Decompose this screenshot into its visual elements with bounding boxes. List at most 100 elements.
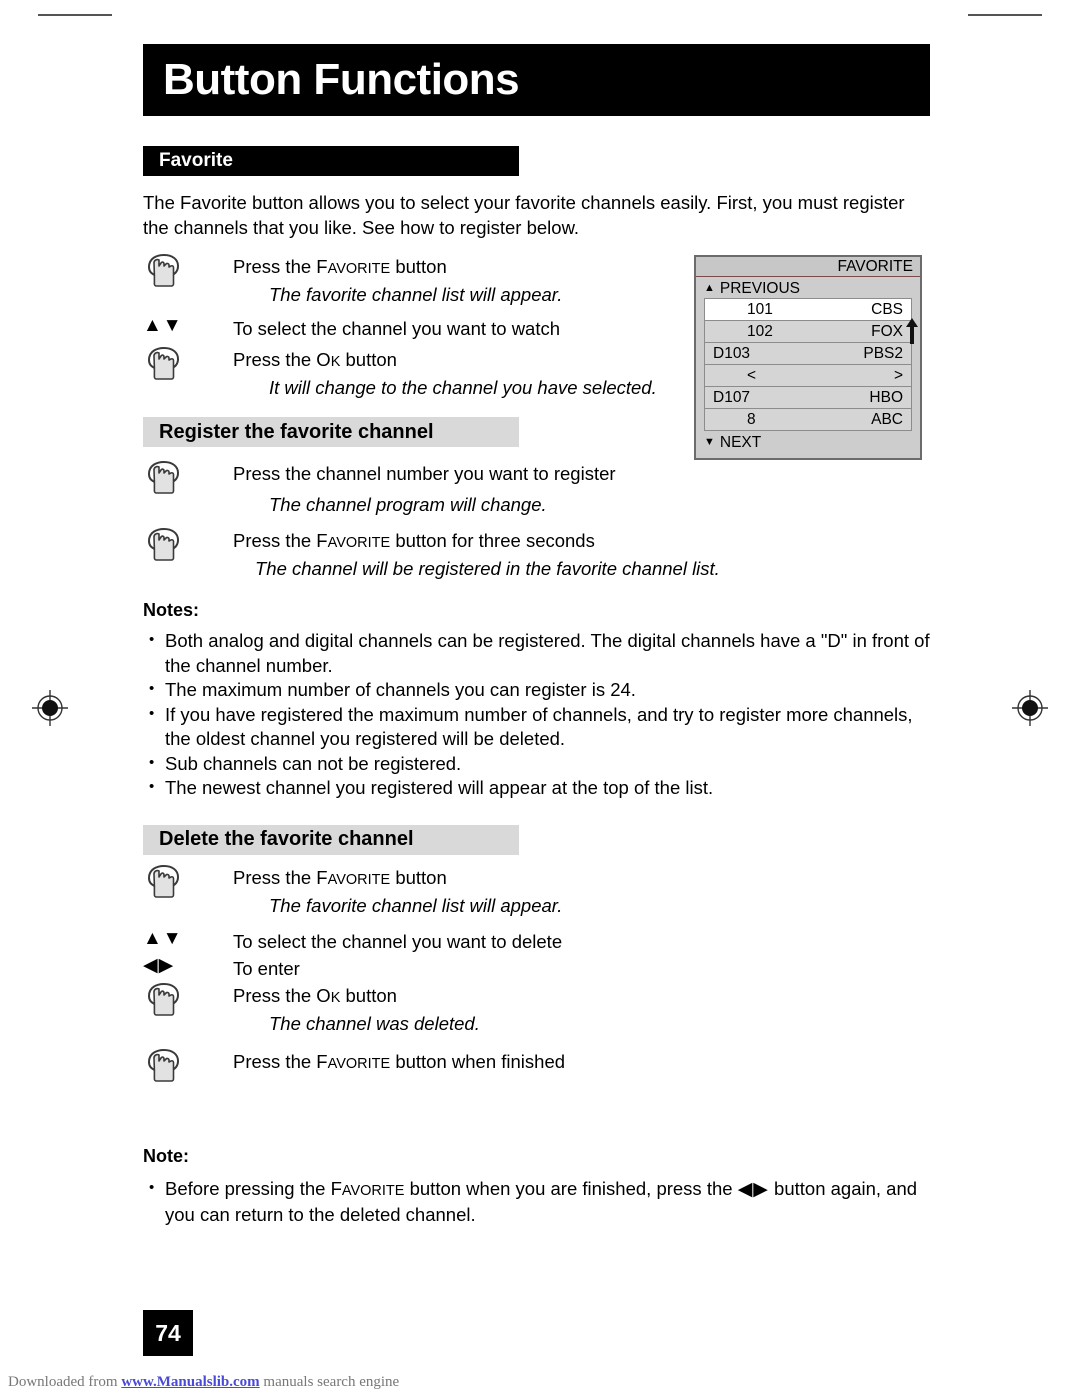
- osd-channel-row[interactable]: D103 PBS2: [705, 343, 911, 365]
- step-text-suffix: button: [390, 256, 447, 277]
- footer-prefix: Downloaded from: [8, 1374, 122, 1390]
- note-item: Sub channels can not be registered.: [143, 751, 930, 777]
- hand-press-icon: [143, 252, 233, 289]
- osd-channel-network: CBS: [871, 300, 903, 318]
- step-row: Press the FAVORITE button The favorite c…: [143, 863, 930, 919]
- osd-channel-number: 102: [747, 322, 773, 340]
- step-sub-note: It will change to the channel you have s…: [269, 377, 657, 398]
- osd-selection-cursor-icon: [906, 318, 918, 344]
- button-name-label: OK: [316, 349, 341, 370]
- step-text-suffix: button when finished: [390, 1050, 566, 1072]
- note-item-part1: Before pressing the: [165, 1177, 331, 1199]
- hand-press-icon: [143, 526, 233, 563]
- section-header-favorite: Favorite: [143, 146, 519, 176]
- step-text-prefix: Press the: [233, 866, 317, 888]
- left-right-arrows-icon: ◀▶: [143, 954, 233, 977]
- section-header-favorite-label: Favorite: [159, 150, 233, 171]
- step-text-suffix: button: [390, 866, 447, 888]
- download-footer: Downloaded from www.Manualslib.com manua…: [8, 1374, 399, 1391]
- register-steps: Press the channel number you want to reg…: [143, 459, 930, 582]
- step-text: Press the FAVORITE button The favorite c…: [233, 252, 562, 308]
- registration-mark-left: [30, 688, 70, 728]
- step-row: Press the FAVORITE button for three seco…: [143, 526, 930, 582]
- step-row: ▲▼ To select the channel you want to del…: [143, 927, 930, 954]
- osd-nav-row[interactable]: < >: [705, 365, 911, 387]
- osd-channel-network: HBO: [869, 388, 903, 406]
- hand-press-icon: [143, 459, 233, 496]
- note-heading: Note:: [143, 1145, 189, 1166]
- step-row: Press the FAVORITE button when finished: [143, 1047, 930, 1084]
- page-number-badge: 74: [143, 1310, 193, 1356]
- note-item: Both analog and digital channels can be …: [143, 628, 930, 678]
- notes-heading: Notes:: [143, 600, 200, 620]
- osd-channel-row[interactable]: D107 HBO: [705, 387, 911, 409]
- page-number: 74: [155, 1319, 181, 1346]
- note-item-part2: button when you are finished, press the: [404, 1177, 738, 1199]
- section-header-register: Register the favorite channel: [143, 417, 519, 447]
- note-item: If you have registered the maximum numbe…: [143, 702, 930, 752]
- manualslib-link[interactable]: www.Manualslib.com: [121, 1374, 259, 1390]
- notes-list: Both analog and digital channels can be …: [143, 628, 930, 801]
- registration-mark-right: [1010, 688, 1050, 728]
- footer-suffix: manuals search engine: [259, 1374, 400, 1390]
- osd-nav-left-arrow[interactable]: <: [713, 367, 756, 385]
- step-sub-note: The favorite channel list will appear.: [269, 284, 563, 305]
- osd-next-row[interactable]: ▼ NEXT: [704, 433, 912, 452]
- step-text-suffix: button for three seconds: [390, 530, 595, 551]
- up-down-arrows-glyph: ▲▼: [143, 927, 183, 949]
- step-text-suffix: button: [340, 349, 397, 370]
- osd-channel-number: 101: [747, 300, 773, 318]
- osd-nav-right-arrow[interactable]: >: [894, 367, 903, 385]
- step-text: To select the channel you want to delete: [233, 930, 563, 952]
- button-name-label: FAVORITE: [316, 1050, 391, 1072]
- note-item: The newest channel you registered will a…: [143, 775, 930, 801]
- triangle-up-icon: ▲: [704, 282, 715, 294]
- step-text-prefix: Press the channel number you want to reg…: [233, 463, 616, 484]
- osd-channel-rows: 101 CBS 102 FOX D103 PBS2 < > D107 HBO 8…: [704, 298, 912, 431]
- osd-channel-row[interactable]: 102 FOX: [705, 321, 911, 343]
- step-text-prefix: Press the: [233, 256, 317, 277]
- button-name-label: FAVORITE: [316, 866, 391, 888]
- step-sub-note: The channel was deleted.: [269, 1012, 480, 1034]
- osd-channel-number: D107: [713, 388, 751, 406]
- osd-panel-title: FAVORITE: [837, 257, 913, 275]
- button-name-label: FAVORITE: [316, 530, 391, 551]
- hand-press-icon: [143, 863, 233, 900]
- button-name-label: FAVORITE: [330, 1177, 405, 1199]
- up-down-arrows-icon: ▲▼: [143, 927, 233, 950]
- osd-channel-row[interactable]: 8 ABC: [705, 409, 911, 431]
- button-name-label: OK: [316, 984, 341, 1006]
- step-text-prefix: Press the: [233, 1050, 317, 1072]
- button-name-label: FAVORITE: [316, 256, 391, 277]
- step-text-suffix: button: [340, 984, 397, 1006]
- osd-channel-network: FOX: [871, 322, 903, 340]
- triangle-down-icon: ▼: [704, 436, 715, 448]
- osd-channel-number: D103: [713, 344, 751, 362]
- note-item: Before pressing the FAVORITE button when…: [143, 1176, 930, 1228]
- step-text: Press the FAVORITE button for three seco…: [233, 526, 720, 582]
- button-name-rest: AVORITE: [327, 261, 391, 277]
- step-text: Press the FAVORITE button when finished: [233, 1047, 565, 1077]
- favorite-intro-text: The Favorite button allows you to select…: [143, 192, 905, 238]
- step-text: To select the channel you want to watch: [233, 318, 561, 339]
- osd-previous-label: PREVIOUS: [719, 280, 800, 297]
- osd-previous-row[interactable]: ▲ PREVIOUS: [704, 279, 912, 298]
- osd-panel-body: ▲ PREVIOUS 101 CBS 102 FOX D103 PBS2 < >…: [696, 277, 920, 454]
- step-text: Press the OK button The channel was dele…: [233, 981, 480, 1037]
- section-header-delete-label: Delete the favorite channel: [159, 828, 414, 850]
- step-sub-note: The channel program will change.: [269, 494, 547, 515]
- osd-channel-row[interactable]: 101 CBS: [705, 299, 911, 321]
- osd-channel-network: PBS2: [863, 344, 903, 362]
- left-right-arrows-glyph: ◀▶: [143, 954, 175, 976]
- step-text: Press the OK button It will change to th…: [233, 345, 657, 401]
- note-item: The maximum number of channels you can r…: [143, 677, 930, 703]
- delete-steps: Press the FAVORITE button The favorite c…: [143, 863, 930, 1084]
- step-sub-note: The favorite channel list will appear.: [269, 894, 563, 916]
- hand-press-icon: [143, 345, 233, 382]
- section-header-delete: Delete the favorite channel: [143, 824, 519, 855]
- crop-mark-top-left: [38, 14, 112, 16]
- osd-next-label: NEXT: [719, 434, 762, 451]
- osd-channel-number: 8: [747, 410, 756, 428]
- note-list: Before pressing the FAVORITE button when…: [143, 1176, 930, 1228]
- step-sub-note: The channel will be registered in the fa…: [255, 558, 720, 579]
